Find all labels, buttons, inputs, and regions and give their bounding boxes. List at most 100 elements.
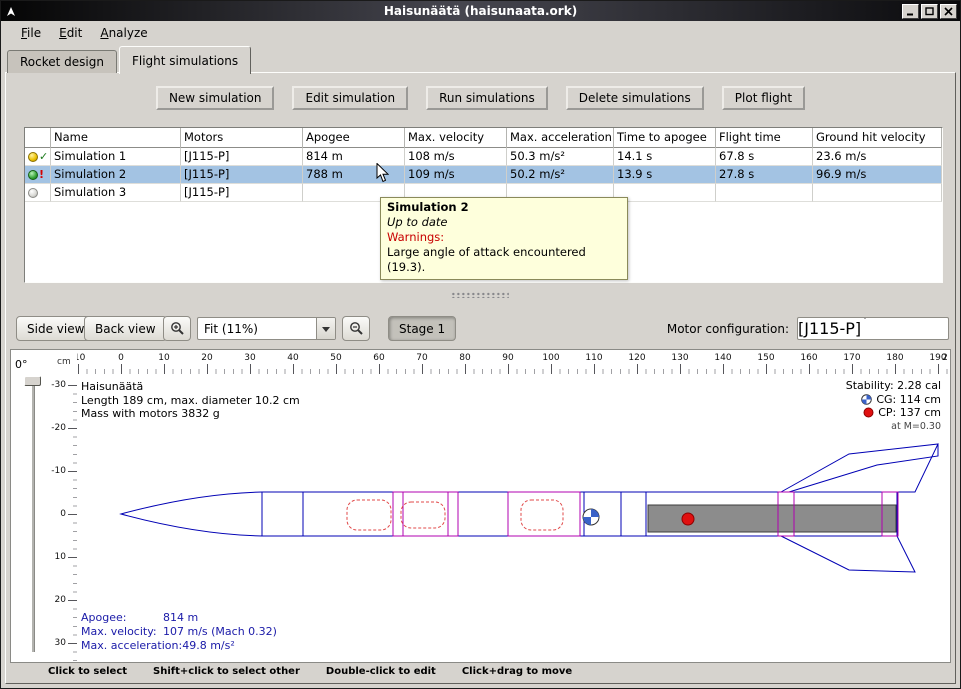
flight-data: Apogee: 814 m Max. velocity: 107 m/s (Ma… [81,611,277,653]
tooltip-title: Simulation 2 [387,200,621,215]
cp-marker [682,513,694,525]
rocket-dimensions: Length 189 cm, max. diameter 10.2 cm [81,394,300,408]
status-cell: ✓ [25,148,51,166]
v-ruler-label: -10 [51,466,66,476]
motor-configuration-value: [J115-P] [798,319,861,338]
maximize-button[interactable] [921,4,938,19]
app-icon [4,4,18,18]
h-ruler: -100102030405060708090100110120130140150… [77,352,949,374]
tooltip-state: Up to date [387,215,621,230]
h-ruler-label: 40 [287,353,298,363]
h-ruler-label: 130 [671,353,688,363]
column-header-max-acceleration[interactable]: Max. acceleration [507,128,614,148]
splitter-handle[interactable] [450,292,508,298]
column-header-name[interactable]: Name [51,128,181,148]
h-ruler-label: -10 [77,353,85,363]
menu-item-analyze[interactable]: Analyze [91,23,156,43]
tab-rocket-design[interactable]: Rocket design [7,50,117,73]
column-header-max-velocity[interactable]: Max. velocity [405,128,507,148]
table-cell: 13.9 s [614,166,716,184]
column-header-apogee[interactable]: Apogee [303,128,405,148]
menu-item-edit[interactable]: Edit [50,23,91,43]
hint-text: Shift+click to select other [153,666,300,677]
close-button[interactable] [940,4,957,19]
h-ruler-label: 0 [118,353,124,363]
sim-table-row[interactable]: !Simulation 2[J115-P]788 m109 m/s50.2 m/… [25,166,942,184]
stability-info: Stability: 2.28 cal CG: 114 cm [846,379,941,433]
hint-text: Click to select [48,666,127,677]
minimize-button[interactable] [902,4,919,19]
status-cell: ! [25,166,51,184]
column-header-time-to-apogee[interactable]: Time to apogee [614,128,716,148]
zoom-in-button[interactable] [163,316,191,341]
table-cell: [J115-P] [181,166,303,184]
zoom-select[interactable]: Fit (11%) [197,317,336,340]
tab-strip: Rocket designFlight simulations [5,44,956,73]
status-green-orb-icon [28,170,38,180]
chevron-down-icon [861,319,869,338]
h-ruler-label: 20 [201,353,212,363]
h-ruler-label: 10 [158,353,169,363]
max-velocity-label: Max. velocity: [81,625,163,639]
delete-simulations-button[interactable]: Delete simulations [566,86,704,110]
h-ruler-label: 80 [459,353,470,363]
sim-toolbar: New simulation Edit simulation Run simulat… [6,86,955,110]
table-cell: 108 m/s [405,148,507,166]
rocket-canvas[interactable]: Haisunäätä Length 189 cm, max. diameter … [77,374,949,661]
flight-simulations-panel: New simulation Edit simulation Run simulat… [5,72,956,684]
run-simulations-button[interactable]: Run simulations [426,86,548,110]
table-cell: Simulation 2 [51,166,181,184]
window-title: Haisunäätä (haisunaata.ork) [1,1,960,21]
hint-text: Double-click to edit [326,666,436,677]
menu-item-file[interactable]: File [12,23,50,43]
hint-bar: Click to select Shift+click to select oth… [6,663,955,680]
table-cell: 50.3 m/s² [507,148,614,166]
column-header-ground-hit-velocity[interactable]: Ground hit velocity [813,128,942,148]
h-ruler-label: 70 [416,353,427,363]
simulation-tooltip: Simulation 2 Up to date Warnings: Large … [380,197,628,280]
h-ruler-label: 160 [800,353,817,363]
chevron-down-icon [316,318,335,339]
cp-icon [863,407,874,418]
zoom-out-button[interactable] [342,316,370,341]
main-window: Haisunäätä (haisunaata.ork) FileEditAnal… [0,0,961,689]
sim-table-row[interactable]: ✓Simulation 1[J115-P]814 m108 m/s50.3 m/… [25,148,942,166]
plot-flight-button[interactable]: Plot flight [722,86,805,110]
tab-flight-simulations[interactable]: Flight simulations [119,46,251,74]
edit-simulation-button[interactable]: Edit simulation [292,86,408,110]
v-ruler: -30-20-100102030 [51,374,77,661]
column-header-flight-time[interactable]: Flight time [716,128,813,148]
back-view-button[interactable]: Back view [84,316,167,341]
rotation-slider-handle[interactable] [24,376,41,386]
max-velocity-value: 107 m/s (Mach 0.32) [163,625,277,639]
table-cell [614,184,716,202]
column-header-motors[interactable]: Motors [181,128,303,148]
max-acceleration-label: Max. acceleration: [81,639,182,653]
table-cell: 814 m [303,148,405,166]
v-ruler-label: 30 [55,638,66,648]
motor-configuration-select[interactable]: [J115-P] [797,317,949,340]
cg-value: CG: 114 cm [876,393,941,407]
rocket-name: Haisunäätä [81,380,300,394]
v-ruler-label: 0 [60,509,66,519]
stability-value: Stability: 2.28 cal [846,379,941,393]
title-bar[interactable]: Haisunäätä (haisunaata.ork) [1,1,960,21]
h-ruler-label: 2 [942,353,948,363]
status-cell [25,184,51,202]
table-cell: [J115-P] [181,184,303,202]
cg-marker [583,509,599,525]
h-ruler-label: 90 [502,353,513,363]
status-gray-orb-icon [28,188,38,198]
h-ruler-label: 50 [330,353,341,363]
check-mark-icon: ✓ [39,152,48,162]
tooltip-warnings-label: Warnings: [387,230,621,245]
zoom-select-value: Fit (11%) [198,322,316,336]
mach-condition: at M=0.30 [846,420,941,434]
column-header-status[interactable] [25,128,51,148]
cp-value: CP: 137 cm [878,406,941,420]
rotation-slider-track[interactable] [32,380,35,652]
new-simulation-button[interactable]: New simulation [156,86,275,110]
max-acceleration-value: 49.8 m/s² [182,639,235,653]
h-ruler-label: 60 [373,353,384,363]
stage-1-toggle[interactable]: Stage 1 [388,316,456,341]
